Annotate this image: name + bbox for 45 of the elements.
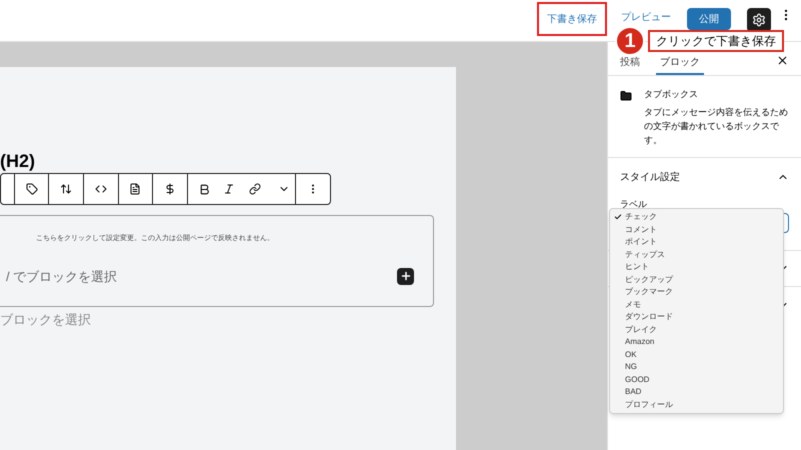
heading-text: (H2) bbox=[0, 151, 35, 171]
block-placeholder: / でブロックを選択 bbox=[5, 268, 118, 286]
header-link-button[interactable]: 下書き保存 bbox=[539, 4, 605, 34]
dropdown-option[interactable]: ピックアップ bbox=[625, 274, 673, 286]
dropdown-option[interactable]: メモ bbox=[625, 298, 641, 311]
close-icon[interactable] bbox=[776, 54, 789, 67]
block-description: タブにメッセージ内容を伝えるための文字が書かれているボックスです。 bbox=[644, 106, 789, 146]
text-size-icon bbox=[60, 183, 72, 195]
sidebar-tab[interactable]: 投稿 bbox=[616, 55, 644, 75]
dollar-icon bbox=[164, 183, 176, 195]
plus-icon bbox=[400, 270, 412, 282]
dropdown-option[interactable]: BAD bbox=[625, 386, 642, 398]
dropdown-option[interactable]: ブレイク bbox=[625, 324, 657, 336]
code-icon bbox=[94, 183, 107, 195]
field-label: ラベル bbox=[620, 198, 648, 210]
publish-button[interactable]: 公開 bbox=[687, 8, 731, 30]
dropdown-option[interactable]: ダウンロード bbox=[625, 311, 673, 324]
dropdown-option[interactable]: ヒント bbox=[625, 261, 649, 274]
tag-icon bbox=[26, 183, 38, 195]
bold-icon bbox=[198, 182, 211, 196]
dropdown-option[interactable]: チェック bbox=[625, 211, 657, 224]
annotation-label: クリックで下書き保存 bbox=[648, 30, 784, 52]
document-icon bbox=[129, 183, 142, 195]
panel-title: スタイル設定 bbox=[620, 170, 680, 184]
dropdown-option[interactable]: OK bbox=[625, 348, 637, 361]
block-title: タブボックス bbox=[644, 88, 699, 101]
gear-icon bbox=[752, 13, 766, 27]
dropdown-option[interactable]: GOOD bbox=[625, 374, 650, 386]
dropdown-option[interactable]: ブックマーク bbox=[625, 286, 673, 298]
step-number: 1 bbox=[615, 26, 645, 56]
dropdown-option[interactable]: Amazon bbox=[625, 336, 654, 348]
folder-icon bbox=[620, 90, 632, 102]
settings-button[interactable] bbox=[747, 8, 771, 32]
dropdown-option[interactable]: プロフィール bbox=[625, 398, 673, 411]
add-block-button[interactable] bbox=[397, 268, 414, 285]
dropdown-option[interactable]: ティップス bbox=[625, 248, 665, 261]
dropdown-option[interactable]: NG bbox=[625, 361, 637, 374]
dropdown-option[interactable]: コメント bbox=[625, 224, 657, 236]
block-prompt-text: ブロックを選択 bbox=[0, 311, 91, 329]
sidebar-tab[interactable]: ブロック bbox=[656, 55, 704, 75]
dropdown-option[interactable]: ポイント bbox=[625, 236, 657, 248]
italic-icon bbox=[223, 183, 236, 195]
header-link-button[interactable]: プレビュー bbox=[613, 8, 679, 26]
check-icon bbox=[614, 213, 622, 222]
link-icon bbox=[248, 183, 261, 195]
